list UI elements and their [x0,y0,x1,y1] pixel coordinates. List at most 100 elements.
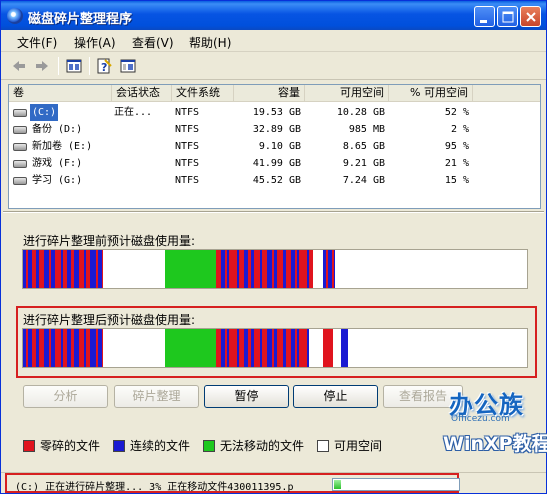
menu-help[interactable]: 帮助(H) [189,34,231,51]
col-volume[interactable]: 卷 [9,85,112,102]
window-title: 磁盘碎片整理程序 [28,12,133,27]
legend-contiguous: 连续的文件 [113,439,190,453]
title-bar[interactable]: 磁盘碎片整理程序 [1,1,546,30]
defrag-window: 磁盘碎片整理程序 文件(F) 操作(A) 查看(V) 帮助(H) ? 卷 会话状… [0,0,547,494]
cell-filesystem: NTFS [175,175,200,186]
status-text: (C:) 正在进行碎片整理... 3% 正在移动文件430011395.p [15,482,294,493]
cell-volume: 备份 (D:) [32,124,83,135]
console-tree-icon[interactable] [65,57,83,75]
table-row[interactable]: (C:) 正在... NTFS 19.53 GB 10.28 GB 52 % [9,104,540,121]
legend-fragmented-label: 零碎的文件 [40,439,101,453]
legend-fragmented: 零碎的文件 [23,439,100,453]
progress-fill [334,480,341,489]
cell-filesystem: NTFS [175,141,200,152]
legend-free: 可用空间 [317,439,382,453]
col-capacity[interactable]: 容量 [234,85,305,102]
col-percent-free[interactable]: % 可用空间 [389,85,473,102]
usage-map-segment [165,250,216,288]
defragment-button[interactable]: 碎片整理 [114,385,199,408]
help-icon[interactable]: ? [95,57,113,75]
minimize-icon [480,20,487,23]
cell-capacity: 32.89 GB [252,124,301,135]
cell-volume: 新加卷 (E:) [32,141,93,152]
cell-capacity: 41.99 GB [252,158,301,169]
usage-map-segment [313,250,323,288]
analyze-button[interactable]: 分析 [23,385,108,408]
watermark: 办公族 Officezu.com WinXP教程 [441,385,547,465]
close-button[interactable] [520,6,541,27]
minimize-button[interactable] [474,6,495,27]
toolbar-separator [58,57,59,75]
usage-map-segment [323,329,333,367]
after-usage-label: 进行碎片整理后预计磁盘使用量: [23,313,196,327]
table-row[interactable]: 游戏 (F:) NTFS 41.99 GB 9.21 GB 21 % [9,155,540,172]
volume-list[interactable]: 卷 会话状态 文件系统 容量 可用空间 % 可用空间 (C:) 正在... NT… [8,84,541,209]
col-free-space[interactable]: 可用空间 [305,85,389,102]
cell-free: 985 MB [348,124,385,135]
cell-filesystem: NTFS [175,124,200,135]
show-hide-pane-icon[interactable] [119,57,137,75]
legend-unmovable-label: 无法移动的文件 [220,439,305,453]
cell-capacity: 19.53 GB [252,107,301,118]
hard-drive-icon [13,126,27,134]
unmovable-swatch [203,440,215,452]
maximize-button[interactable] [497,6,518,27]
cell-percent: 21 % [444,158,469,169]
status-highlight-frame: (C:) 正在进行碎片整理... 3% 正在移动文件430011395.p [5,473,460,493]
toolbar: ? [1,52,546,80]
menu-action[interactable]: 操作(A) [74,34,116,51]
table-row[interactable]: 备份 (D:) NTFS 32.89 GB 985 MB 2 % [9,121,540,138]
legend-free-label: 可用空间 [334,439,383,453]
usage-map-segment [341,329,348,367]
cell-percent: 95 % [444,141,469,152]
fragmented-swatch [23,440,35,452]
watermark-site: Officezu.com [451,414,510,424]
hard-drive-icon [13,177,27,185]
status-bar: (C:) 正在进行碎片整理... 3% 正在移动文件430011395.p [1,472,546,493]
list-header: 卷 会话状态 文件系统 容量 可用空间 % 可用空间 [9,85,540,102]
cell-free: 9.21 GB [342,158,385,169]
cell-free: 10.28 GB [336,107,385,118]
progress-bar [332,478,460,491]
watermark-tagline: WinXP教程 [443,433,547,455]
menu-view[interactable]: 查看(V) [132,34,174,51]
menu-file[interactable]: 文件(F) [17,34,57,51]
cell-volume: 学习 (G:) [32,175,83,186]
cell-percent: 2 % [450,124,469,135]
free-swatch [317,440,329,452]
cell-free: 7.24 GB [342,175,385,186]
maximize-icon [502,11,514,23]
svg-text:?: ? [101,61,107,74]
table-row[interactable]: 学习 (G:) NTFS 45.52 GB 7.24 GB 15 % [9,172,540,189]
legend-unmovable: 无法移动的文件 [203,439,304,453]
cell-capacity: 9.10 GB [258,141,301,152]
usage-map-segment [309,329,323,367]
close-icon [526,12,536,22]
disk-defrag-app-icon [7,8,23,24]
usage-map-segment [103,329,165,367]
hard-drive-icon [13,109,27,117]
forward-arrow-icon[interactable] [33,57,51,75]
cell-filesystem: NTFS [175,107,200,118]
col-session-status[interactable]: 会话状态 [112,85,172,102]
cell-filesystem: NTFS [175,158,200,169]
usage-map-segment [103,250,165,288]
contiguous-swatch [113,440,125,452]
after-usage-map [22,328,528,368]
stop-button[interactable]: 停止 [293,385,378,408]
hard-drive-icon [13,160,27,168]
cell-percent: 15 % [444,175,469,186]
cell-volume: 游戏 (F:) [32,158,83,169]
col-filesystem[interactable]: 文件系统 [172,85,234,102]
cell-status: 正在... [114,107,153,118]
cell-free: 8.65 GB [342,141,385,152]
pane-splitter[interactable] [3,211,544,213]
pause-button[interactable]: 暂停 [204,385,289,408]
cell-volume: (C:) [30,104,59,121]
back-arrow-icon[interactable] [10,57,28,75]
usage-map-segment [165,329,216,367]
menu-bar: 文件(F) 操作(A) 查看(V) 帮助(H) [1,30,546,52]
cell-percent: 52 % [444,107,469,118]
usage-map-segment [333,329,341,367]
table-row[interactable]: 新加卷 (E:) NTFS 9.10 GB 8.65 GB 95 % [9,138,540,155]
